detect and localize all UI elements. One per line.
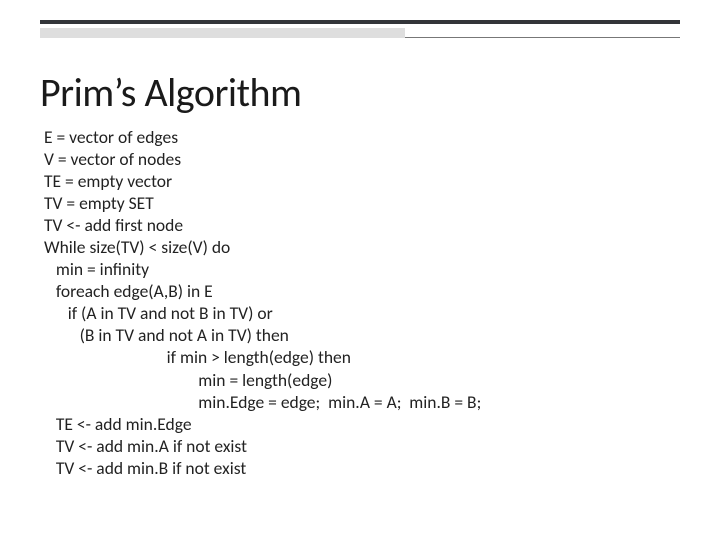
code-line: TE <- add min.Edge	[44, 413, 192, 435]
code-line: min = infinity	[44, 258, 149, 280]
header-accent	[40, 20, 680, 38]
code-line: TV <- add min.A if not exist	[44, 435, 247, 457]
code-line: TV = empty SET	[44, 192, 154, 214]
code-line: TE = empty vector	[44, 170, 172, 192]
slide-title: Prim’s Algorithm	[40, 68, 301, 117]
code-line: (B in TV and not A in TV) then	[44, 324, 289, 346]
code-line: if (A in TV and not B in TV) or	[44, 302, 273, 324]
code-line: TV <- add min.B if not exist	[44, 457, 246, 479]
code-line: TV <- add first node	[44, 214, 183, 236]
code-line: While size(TV) < size(V) do	[44, 236, 230, 258]
code-line: E = vector of edges	[44, 126, 178, 148]
code-line: V = vector of nodes	[44, 148, 181, 170]
pseudocode-block: E = vector of edges V = vector of nodes …	[44, 126, 680, 479]
code-line: min = length(edge)	[44, 369, 332, 391]
code-line: min.Edge = edge; min.A = A; min.B = B;	[44, 391, 481, 413]
header-accent-shade	[40, 28, 405, 38]
slide: Prim’s Algorithm E = vector of edges V =…	[0, 0, 720, 540]
code-line: foreach edge(A,B) in E	[44, 280, 213, 302]
code-line: if min > length(edge) then	[44, 346, 351, 368]
